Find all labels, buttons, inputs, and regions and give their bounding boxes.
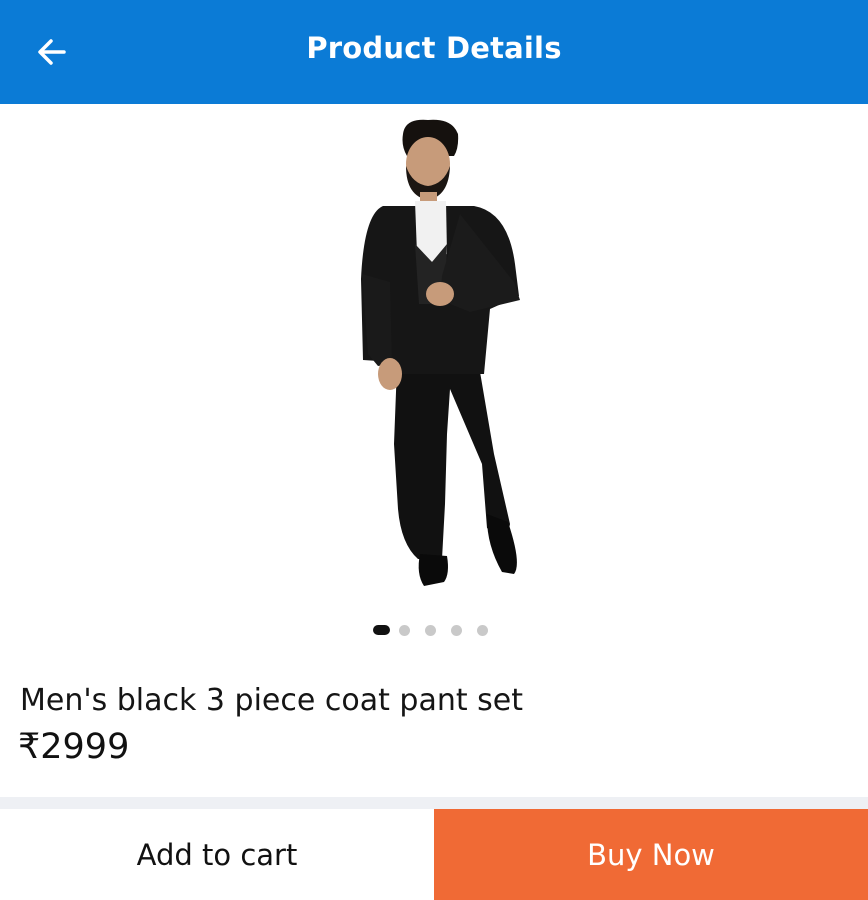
product-photo: [361, 119, 520, 586]
buy-now-button[interactable]: Buy Now: [434, 809, 868, 900]
action-bar: Add to cart Buy Now: [0, 809, 868, 900]
carousel-dot[interactable]: [373, 625, 390, 635]
carousel-dot[interactable]: [477, 624, 488, 636]
carousel-dot[interactable]: [399, 624, 410, 636]
carousel-dot[interactable]: [425, 624, 436, 636]
carousel-indicator: [373, 624, 503, 636]
carousel-dot[interactable]: [451, 624, 462, 636]
page-title: Product Details: [306, 31, 562, 65]
divider: [0, 797, 868, 809]
product-image[interactable]: [0, 104, 868, 604]
product-name: Men's black 3 piece coat pant set: [20, 683, 523, 718]
app-bar: Product Details: [0, 0, 868, 104]
add-to-cart-button[interactable]: Add to cart: [0, 809, 434, 900]
product-price: ₹2999: [18, 727, 130, 767]
